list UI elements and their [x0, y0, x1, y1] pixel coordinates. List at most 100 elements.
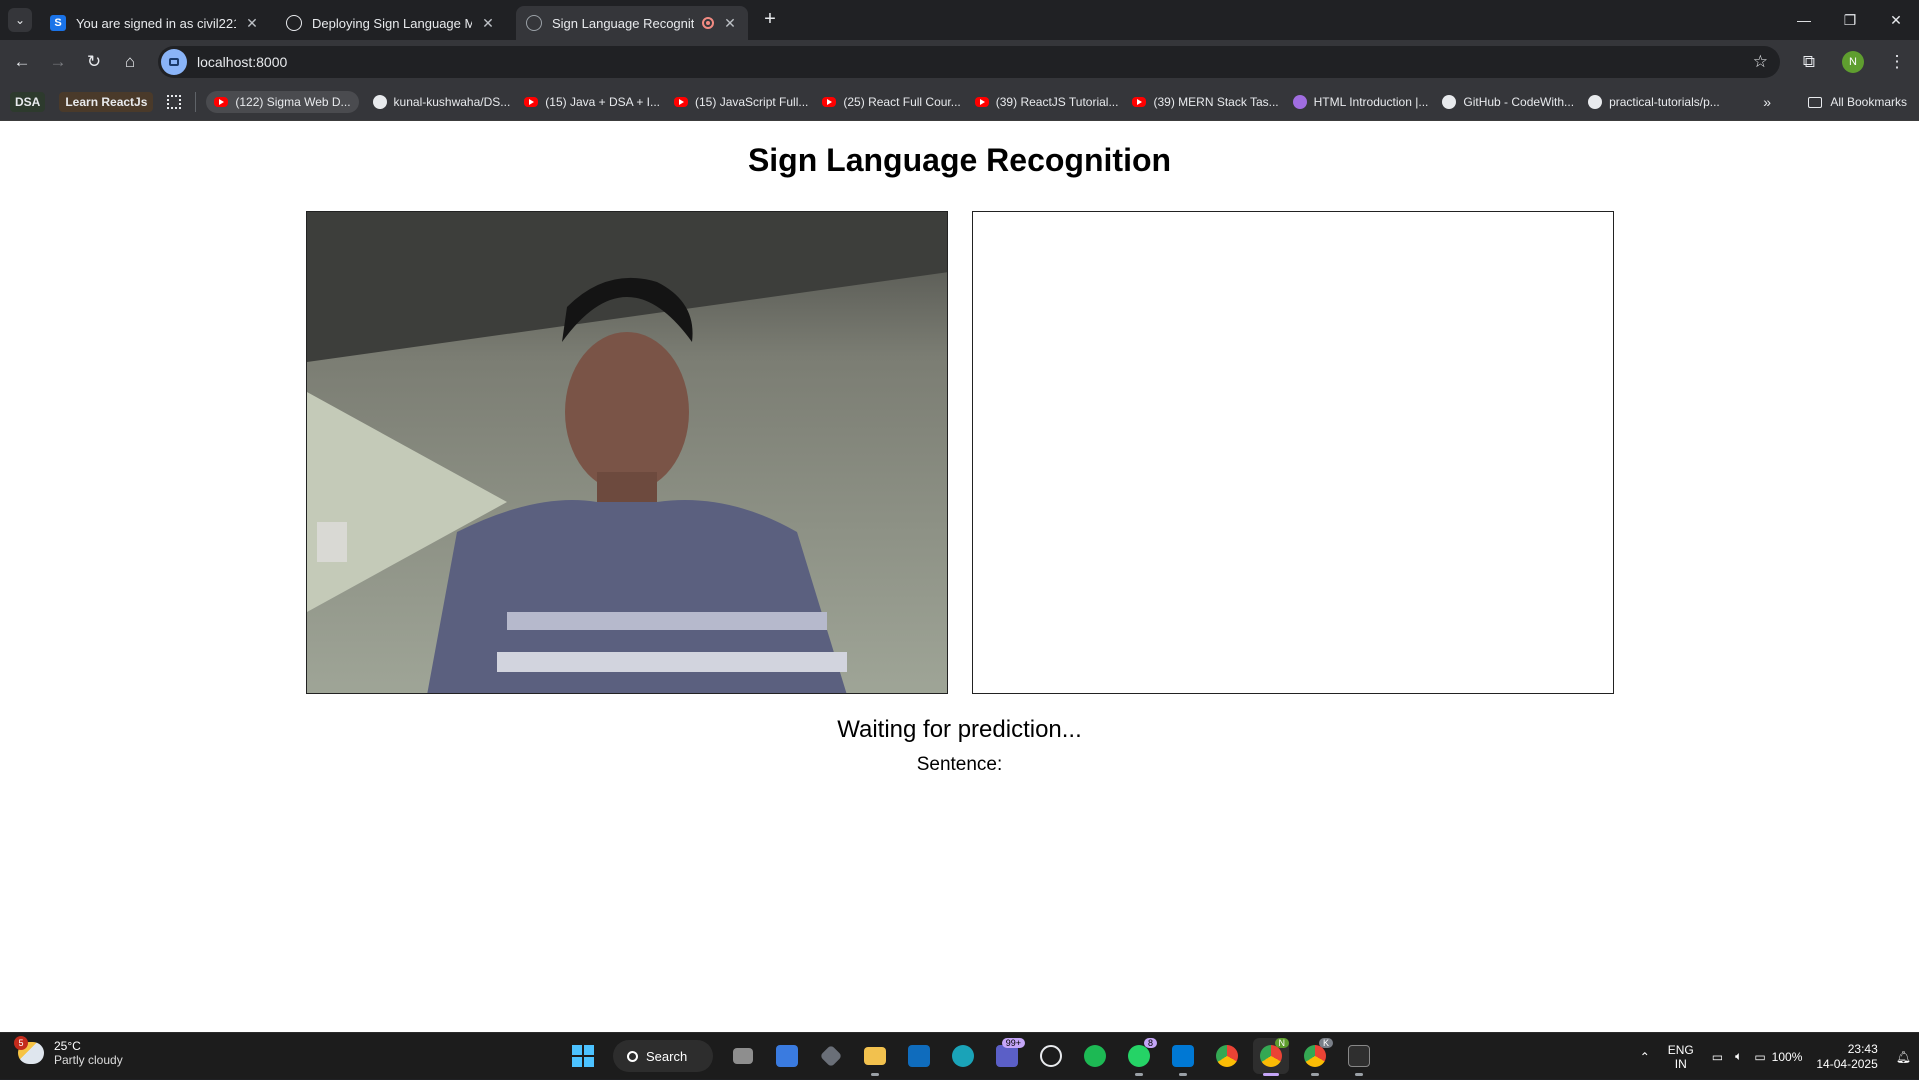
chevron-down-icon: ⌄ — [14, 13, 26, 27]
chatgpt-button[interactable] — [1033, 1038, 1069, 1074]
battery-icon[interactable]: ▭ — [1754, 1050, 1765, 1064]
chrome-profile-n-button[interactable]: N — [1253, 1038, 1289, 1076]
cube-icon — [819, 1044, 843, 1068]
search-icon — [627, 1050, 638, 1062]
notifications-icon[interactable]: 🔔︎ — [1896, 1050, 1911, 1064]
windows-icon — [572, 1045, 594, 1067]
address-url[interactable]: localhost:8000 — [197, 54, 287, 70]
store-button[interactable] — [769, 1038, 805, 1074]
tab-title: You are signed in as civil22144 — [76, 15, 236, 31]
close-tab-icon[interactable]: ✕ — [244, 15, 260, 32]
extensions-icon[interactable]: ⧉ — [1791, 44, 1827, 80]
more-bookmarks-icon[interactable]: » — [1763, 94, 1771, 110]
windows-taskbar: 5 25°C Partly cloudy Search 99+ 8 N K ⌃ … — [0, 1032, 1919, 1079]
close-tab-icon[interactable]: ✕ — [722, 15, 738, 32]
restore-icon[interactable]: ❐ — [1827, 0, 1873, 40]
profile-badge: K — [1318, 1038, 1333, 1048]
tab-deploying[interactable]: Deploying Sign Language Mod ✕ — [276, 6, 506, 40]
clock[interactable]: 23:43 14-04-2025 — [1816, 1042, 1877, 1072]
apps-grid-icon[interactable] — [167, 95, 182, 109]
bookmark-dsa[interactable]: DSA — [10, 92, 46, 112]
bookmark-item[interactable]: (39) MERN Stack Tas... — [1132, 95, 1279, 109]
bookmark-label: kunal-kushwaha/DS... — [393, 95, 511, 109]
bookmark-item[interactable]: (39) ReactJS Tutorial... — [974, 95, 1118, 109]
address-bar[interactable]: localhost:8000 ☆ — [158, 46, 1780, 78]
network-icon[interactable]: ▭ — [1712, 1050, 1723, 1064]
chrome-icon — [1304, 1045, 1326, 1067]
weather-condition: Partly cloudy — [54, 1053, 123, 1067]
webcam-video — [306, 211, 948, 694]
tab-sign-language[interactable]: Sign Language Recognition ✕ — [516, 6, 748, 40]
tab-title: Sign Language Recognition — [552, 15, 694, 31]
folder-icon — [1808, 96, 1823, 108]
tab-signed-in[interactable]: S You are signed in as civil22144 ✕ — [40, 6, 270, 40]
bookmark-item[interactable]: GitHub - CodeWith... — [1442, 95, 1574, 109]
bookmark-label: (15) Java + DSA + I... — [545, 95, 661, 109]
all-bookmarks[interactable]: All Bookmarks — [1808, 95, 1907, 109]
tab-strip: ⌄ S You are signed in as civil22144 ✕ De… — [0, 0, 1919, 40]
spotify-icon — [1084, 1045, 1106, 1067]
youtube-icon — [524, 97, 539, 107]
back-button[interactable]: ← — [4, 44, 40, 80]
site-info-icon[interactable] — [161, 49, 187, 75]
reload-button[interactable]: ↻ — [76, 44, 112, 80]
bookmark-item[interactable]: (15) JavaScript Full... — [674, 95, 808, 109]
toolbar-right: ⧉ N ⋮ — [1787, 44, 1919, 80]
new-tab-button[interactable]: + — [758, 8, 782, 31]
bookmark-item[interactable]: (15) Java + DSA + I... — [524, 95, 660, 109]
outlook-button[interactable] — [901, 1038, 937, 1074]
minimize-icon[interactable]: — — [1781, 0, 1827, 40]
bookmark-label: practical-tutorials/p... — [1609, 95, 1720, 109]
sentence-label: Sentence: — [916, 754, 1003, 775]
weather-widget[interactable]: 5 25°C Partly cloudy — [14, 1036, 123, 1067]
bookmark-separator — [195, 92, 197, 112]
globe-icon — [526, 15, 542, 31]
bookmark-item[interactable]: kunal-kushwaha/DS... — [372, 95, 511, 109]
bookmark-learn-react[interactable]: Learn ReactJs — [59, 92, 154, 112]
close-tab-icon[interactable]: ✕ — [480, 15, 496, 32]
bookmark-item[interactable]: (25) React Full Cour... — [822, 95, 961, 109]
bookmark-item[interactable]: HTML Introduction |... — [1292, 95, 1429, 109]
taskbar-search[interactable]: Search — [613, 1040, 713, 1072]
chrome-button[interactable] — [1209, 1038, 1245, 1074]
vscode-button[interactable] — [1165, 1038, 1201, 1076]
bookmark-star-icon[interactable]: ☆ — [1753, 52, 1768, 72]
youtube-icon — [674, 97, 689, 107]
temperature: 25°C — [54, 1039, 81, 1053]
close-window-icon[interactable]: ✕ — [1873, 0, 1919, 40]
task-view-icon — [733, 1048, 753, 1064]
language-indicator[interactable]: ENG IN — [1668, 1043, 1694, 1071]
spotify-button[interactable] — [1077, 1038, 1113, 1074]
teams-button[interactable]: 99+ — [989, 1038, 1025, 1074]
file-explorer-button[interactable] — [857, 1038, 893, 1076]
notification-badge: 99+ — [1001, 1038, 1025, 1048]
forward-button[interactable]: → — [40, 44, 76, 80]
volume-icon[interactable]: 🔈︎ — [1735, 1049, 1742, 1064]
bookmark-item[interactable]: (122) Sigma Web D... — [206, 91, 359, 113]
home-button[interactable]: ⌂ — [112, 44, 148, 80]
app-button[interactable] — [813, 1038, 849, 1074]
task-view-button[interactable] — [725, 1038, 761, 1074]
language-code: ENG — [1667, 1042, 1694, 1057]
start-button[interactable] — [565, 1038, 601, 1074]
folder-icon — [864, 1047, 886, 1065]
bookmark-item[interactable]: practical-tutorials/p... — [1588, 95, 1720, 109]
bookmark-label: GitHub - CodeWith... — [1463, 95, 1575, 109]
tab-search-button[interactable]: ⌄ — [8, 8, 32, 32]
terminal-button[interactable] — [1341, 1038, 1377, 1076]
avatar: N — [1842, 51, 1864, 73]
browser-toolbar: ← → ↻ ⌂ localhost:8000 ☆ ⧉ N ⋮ — [0, 40, 1919, 84]
youtube-icon — [822, 97, 837, 107]
chrome-profile-k-button[interactable]: K — [1297, 1038, 1333, 1076]
youtube-icon — [1132, 97, 1147, 107]
menu-icon[interactable]: ⋮ — [1879, 44, 1915, 80]
window-controls: — ❐ ✕ — [1781, 0, 1919, 40]
chevron-up-icon[interactable]: ⌃ — [1640, 1050, 1650, 1064]
edge-button[interactable] — [945, 1038, 981, 1074]
bookmark-label: HTML Introduction |... — [1313, 95, 1429, 109]
profile-badge: N — [1274, 1038, 1289, 1048]
github-icon — [1588, 95, 1603, 109]
notification-badge: 8 — [1143, 1038, 1157, 1048]
profile-button[interactable]: N — [1835, 44, 1871, 80]
whatsapp-button[interactable]: 8 — [1121, 1038, 1157, 1076]
